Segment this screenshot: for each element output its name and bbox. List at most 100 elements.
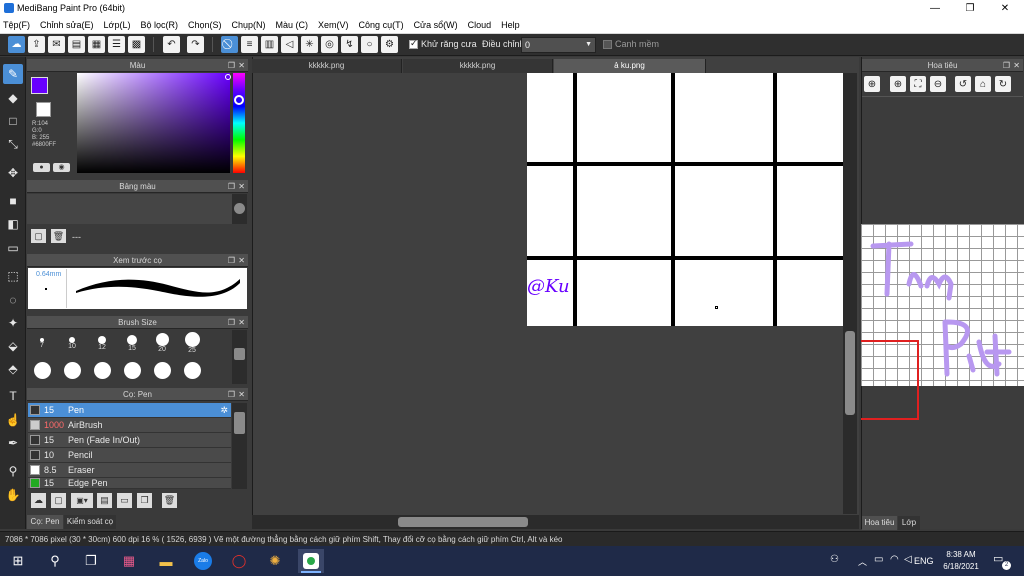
panel-close-icon[interactable]: ✕ (238, 316, 245, 329)
task-view-icon[interactable]: ❐ (78, 549, 104, 573)
document-icon[interactable]: ▦ (88, 36, 105, 53)
network-icon[interactable]: ▭ (874, 554, 883, 565)
bucket-tool-icon[interactable]: ◧ (3, 214, 23, 234)
tab-layer[interactable]: Lớp (898, 516, 920, 530)
menu-layer[interactable]: Lớp(L) (104, 20, 131, 30)
tab-navigator[interactable]: Hoa tiêu (862, 516, 897, 530)
background-color-swatch[interactable] (36, 102, 51, 117)
menu-edit[interactable]: Chỉnh sửa(E) (40, 20, 94, 30)
sv-cursor[interactable] (225, 74, 231, 80)
brush-size-15[interactable]: 15 (117, 330, 147, 356)
radial-snap-icon[interactable]: ✳ (301, 36, 318, 53)
magic-wand-icon[interactable]: ✦ (3, 313, 23, 333)
tab-brush-control[interactable]: Kiểm soát cọ (64, 515, 116, 529)
palette-scroll-thumb[interactable] (234, 203, 245, 214)
adjust-select[interactable]: 0 ▼ (521, 37, 596, 53)
tab-brush[interactable]: Cọ: Pen (27, 515, 63, 529)
close-button[interactable]: ✕ (988, 0, 1022, 17)
brush-size-7[interactable]: 7 (27, 330, 57, 356)
undo-icon[interactable]: ↶ (163, 36, 180, 53)
list-icon[interactable]: ☰ (108, 36, 125, 53)
brush-size-large-6[interactable] (177, 357, 207, 383)
copy-brush-icon[interactable]: ▤ (97, 493, 112, 508)
brush-size-10[interactable]: 10 (57, 330, 87, 356)
people-icon[interactable]: ⚇ (830, 554, 839, 565)
brush-item-eraser[interactable]: 8.5 Eraser (28, 463, 231, 478)
dot-tool-icon[interactable]: □ (3, 111, 23, 131)
circle-snap-icon[interactable]: ◎ (321, 36, 338, 53)
brush-item-airbrush[interactable]: 1000 AirBrush (28, 418, 231, 433)
windows-start-icon[interactable]: ⊞ (5, 549, 31, 573)
cloud-brush-icon[interactable]: ☁ (31, 493, 46, 508)
brush-list-scroll-thumb[interactable] (234, 412, 245, 434)
minimize-button[interactable]: — (918, 0, 952, 17)
zoom-out-icon[interactable]: ⊖ (930, 76, 946, 92)
menu-select[interactable]: Chọn(S) (188, 20, 222, 30)
navigator-viewport-rect[interactable] (861, 340, 919, 420)
reset-view-icon[interactable]: ⌂ (975, 76, 991, 92)
store-icon[interactable]: ▦ (116, 549, 142, 573)
menu-view[interactable]: Xem(V) (318, 20, 349, 30)
new-palette-icon[interactable]: ▢ (31, 229, 46, 243)
document-tab-2[interactable]: kkkkk.png (403, 59, 553, 73)
brush-size-large-5[interactable] (147, 357, 177, 383)
gradient-tool-icon[interactable]: ▭ (3, 238, 23, 258)
brush-size-large-4[interactable] (117, 357, 147, 383)
menu-color[interactable]: Màu (C) (276, 20, 309, 30)
parallel-snap-icon[interactable]: ≡ (241, 36, 258, 53)
brush-size-12[interactable]: 12 (87, 330, 117, 356)
undock-icon[interactable]: ❐ (228, 180, 235, 193)
brush-size-scroll-thumb[interactable] (234, 348, 245, 360)
paint-app-icon[interactable]: ✺ (262, 549, 288, 573)
saturation-value-picker[interactable] (77, 73, 230, 173)
medibang-taskbar-icon[interactable] (298, 549, 324, 573)
menu-window[interactable]: Cửa sổ(W) (414, 20, 458, 30)
menu-tools[interactable]: Công cụ(T) (359, 20, 404, 30)
vanishing-point-icon[interactable]: ◁ (281, 36, 298, 53)
brush-item-pen-fade[interactable]: 15 Pen (Fade In/Out) (28, 433, 231, 448)
eraser-tool-icon[interactable]: ◆ (3, 88, 23, 108)
snap-off-icon[interactable]: ⃠ (221, 36, 238, 53)
select-tool-icon[interactable]: ⬚ (3, 266, 23, 286)
new-brush-icon[interactable]: ▢ (51, 493, 66, 508)
ellipse-snap-icon[interactable]: ○ (361, 36, 378, 53)
brush-size-large-3[interactable] (87, 357, 117, 383)
brush-item-edge-pen[interactable]: 15 Edge Pen (28, 478, 231, 489)
cloud-icon[interactable]: ☁ (8, 36, 25, 53)
rectangle-tool-icon[interactable]: ■ (3, 191, 23, 211)
eyedropper-icon[interactable]: ⚲ (3, 461, 23, 481)
undock-icon[interactable]: ❐ (228, 316, 235, 329)
menu-help[interactable]: Help (501, 20, 520, 30)
opera-icon[interactable]: ◯ (226, 549, 252, 573)
divide-tool-icon[interactable]: ✒ (3, 433, 23, 453)
menu-cloud[interactable]: Cloud (468, 20, 492, 30)
file-explorer-icon[interactable]: ▬ (153, 549, 179, 573)
curve-snap-icon[interactable]: ↯ (341, 36, 358, 53)
search-icon[interactable]: ⚲ (42, 549, 68, 573)
brush-tool-icon[interactable]: ✎ (3, 64, 23, 84)
add-brush-menu-icon[interactable]: ▣▾ (71, 493, 93, 508)
color-mode-icon[interactable]: ● (33, 163, 50, 172)
grid-icon[interactable]: ▩ (128, 36, 145, 53)
volume-icon[interactable]: ◁ (904, 554, 912, 565)
brush-item-pencil[interactable]: 10 Pencil (28, 448, 231, 463)
clock[interactable]: 8:38 AM 6/18/2021 (940, 549, 982, 573)
comment-icon[interactable]: ✉ (48, 36, 65, 53)
menu-file[interactable]: Tệp(F) (3, 20, 30, 30)
hand-tool-icon[interactable]: ✋ (3, 485, 23, 505)
brush-size-25[interactable]: 25 (177, 330, 207, 356)
hue-slider[interactable] (233, 73, 245, 173)
brush-size-large-1[interactable] (27, 357, 57, 383)
blur-tool-icon[interactable]: ⤡ (3, 134, 23, 154)
operation-tool-icon[interactable]: ☝ (3, 410, 23, 430)
chevron-up-icon[interactable]: ︿ (858, 555, 867, 568)
folder-icon[interactable]: ▭ (117, 493, 132, 508)
brush-size-20[interactable]: 20 (147, 330, 177, 356)
brush-item-pen[interactable]: 15 Pen ✲ (28, 403, 231, 418)
undock-icon[interactable]: ❐ (228, 59, 235, 72)
panel-close-icon[interactable]: ✕ (238, 59, 245, 72)
menu-snap[interactable]: Chụp(N) (232, 20, 266, 30)
input-language[interactable]: ENG (914, 556, 934, 566)
delete-brush-icon[interactable]: 🗑 (162, 493, 177, 508)
panel-close-icon[interactable]: ✕ (238, 180, 245, 193)
